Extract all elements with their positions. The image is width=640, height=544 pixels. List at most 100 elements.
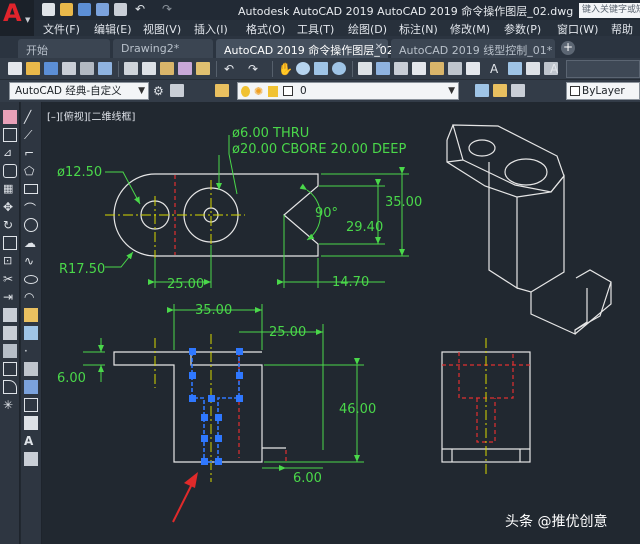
circle-icon[interactable] [24,218,38,232]
rotate-icon[interactable]: ↻ [3,218,17,232]
table-icon[interactable] [24,416,38,430]
offset-icon[interactable] [3,164,17,178]
grip[interactable] [189,395,196,402]
tab-active-drawing[interactable]: AutoCAD 2019 命令操作图层_02* ✕ [216,39,399,58]
new-tab-button[interactable]: + [561,41,575,55]
copy-icon[interactable] [3,128,17,142]
spline-icon[interactable]: ∿ [24,254,38,268]
grip[interactable] [201,435,208,442]
tab-drawing2[interactable]: Drawing2* [113,39,213,58]
selected-counterbore[interactable] [191,352,240,463]
publish-icon[interactable] [98,62,112,75]
block-editor-icon[interactable] [196,62,210,75]
multiline-text-icon[interactable]: A [24,434,38,448]
hatch-icon[interactable] [24,362,38,376]
menu-window[interactable]: 窗口(W) [557,21,598,37]
trim-icon[interactable]: ✂ [3,272,17,286]
gradient-icon[interactable] [24,380,38,394]
menu-insert[interactable]: 插入(I) [194,21,228,37]
sheet-set-icon[interactable] [412,62,426,75]
grip[interactable] [201,414,208,421]
make-block-icon[interactable] [24,326,38,340]
grip[interactable] [201,458,208,465]
rectangle-icon[interactable] [24,184,38,194]
move-icon[interactable]: ✥ [3,200,17,214]
array-icon[interactable]: ▦ [3,182,17,196]
gear-icon[interactable]: ⚙ [153,84,167,98]
mirror-icon[interactable]: ⊿ [3,146,17,160]
text-style-icon[interactable]: A [490,62,504,76]
plot-icon[interactable] [114,3,127,16]
grip[interactable] [189,372,196,379]
extend-icon[interactable]: ⇥ [3,290,17,304]
revision-cloud-icon[interactable]: ☁ [24,236,38,250]
menu-modify[interactable]: 修改(M) [450,21,490,37]
dim-style-icon[interactable] [508,62,522,75]
undo-icon[interactable]: ↶ [135,3,148,16]
grip[interactable] [215,414,222,421]
design-center-icon[interactable] [376,62,390,75]
layer-properties-icon[interactable] [215,84,229,97]
region-icon[interactable] [24,398,38,412]
grip[interactable] [215,458,222,465]
stretch-icon[interactable]: ⊡ [3,254,17,268]
line-icon[interactable]: ╱ [24,110,38,124]
tab-start[interactable]: 开始 [18,39,110,58]
grip[interactable] [236,395,243,402]
markup-icon[interactable] [430,62,444,75]
layer-previous-icon[interactable] [493,84,507,97]
open-icon[interactable] [60,3,73,16]
save-icon[interactable] [44,62,58,75]
grip[interactable] [189,348,196,355]
workspace-dropdown[interactable]: AutoCAD 经典-自定义 ▼ [9,82,149,100]
table-style-icon[interactable] [526,62,540,75]
menu-tools[interactable]: 工具(T) [297,21,334,37]
tab-linetype-drawing[interactable]: AutoCAD 2019 线型控制_01* [391,39,555,58]
menu-edit[interactable]: 编辑(E) [94,21,132,37]
break-at-point-icon[interactable] [3,308,17,322]
properties-icon[interactable] [358,62,372,75]
zoom-window-icon[interactable] [314,62,328,75]
zoom-previous-icon[interactable] [332,62,346,75]
cut-icon[interactable] [124,62,138,75]
new-icon[interactable] [8,62,22,75]
insert-block-icon[interactable] [24,308,38,322]
chamfer-icon[interactable] [3,362,17,376]
polygon-icon[interactable]: ⬠ [24,164,38,178]
join-icon[interactable] [3,344,17,358]
zoom-realtime-icon[interactable] [296,62,310,75]
plot-icon[interactable] [62,62,76,75]
drawing-canvas[interactable]: [–][俯视][二维线框] ø6.00 THRU ø20.00 CBORE 20… [43,102,640,544]
save-icon[interactable] [78,3,91,16]
menu-dimension[interactable]: 标注(N) [399,21,438,37]
plot-preview-icon[interactable] [80,62,94,75]
make-current-layer-icon[interactable] [475,84,489,97]
copy-icon[interactable] [142,62,156,75]
arc-icon[interactable]: ⌒ [24,200,38,216]
pan-icon[interactable]: ✋ [278,62,293,76]
color-dropdown[interactable]: ByLayer [566,82,640,100]
break-icon[interactable] [3,326,17,340]
text-style-field[interactable] [566,60,640,78]
grip[interactable] [208,395,215,402]
menu-file[interactable]: 文件(F) [43,21,80,37]
redo-icon[interactable]: ↷ [248,62,262,76]
ellipse-arc-icon[interactable]: ◠ [24,290,38,304]
paste-icon[interactable] [160,62,174,75]
search-input[interactable]: 键入关键字或短语 [579,3,640,18]
polyline-icon[interactable]: ⌐ [24,146,38,160]
scale-icon[interactable] [3,236,17,250]
layer-dropdown[interactable]: ✺ 0 ▼ [237,82,459,100]
point-icon[interactable]: · [24,344,38,358]
fillet-icon[interactable] [3,380,17,394]
construction-line-icon[interactable]: ⟋ [24,128,38,142]
application-menu-button[interactable]: A ▼ [0,0,34,36]
workspace-settings-icon[interactable] [170,84,184,97]
erase-icon[interactable] [3,110,17,124]
menu-format[interactable]: 格式(O) [246,21,285,37]
match-properties-icon[interactable] [178,62,192,75]
undo-icon[interactable]: ↶ [224,62,238,76]
close-icon[interactable]: ✕ [375,42,383,53]
quickcalc-icon[interactable] [448,62,462,75]
tool-palettes-icon[interactable] [394,62,408,75]
